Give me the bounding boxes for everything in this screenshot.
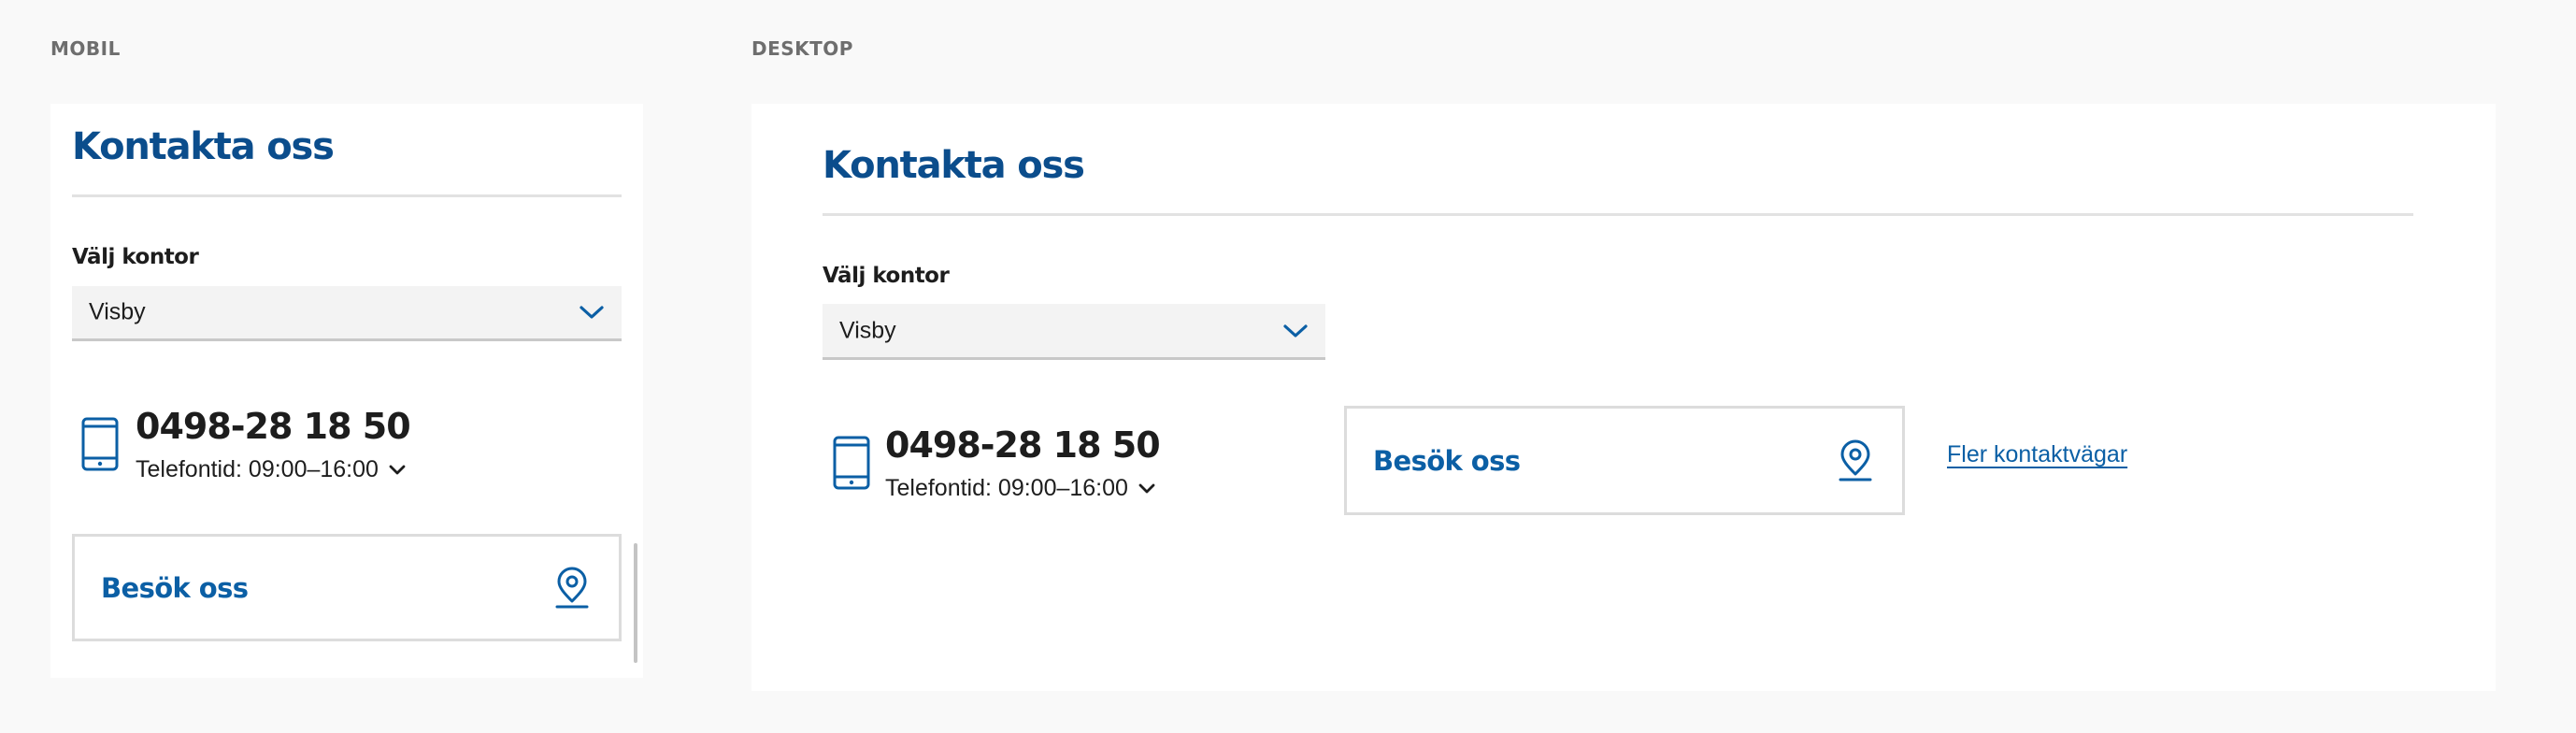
mobile-visit-label: Besök oss bbox=[101, 571, 249, 604]
mobile-card-title: Kontakta oss bbox=[72, 125, 335, 168]
mobile-phone-hours-text: Telefontid: 09:00–16:00 bbox=[136, 456, 379, 482]
mobile-title-divider bbox=[72, 194, 622, 197]
desktop-phone-hours-text: Telefontid: 09:00–16:00 bbox=[885, 475, 1128, 501]
mobile-office-value: Visby bbox=[89, 298, 146, 325]
mobile-office-select[interactable]: Visby bbox=[72, 286, 622, 341]
desktop-section-label: DESKTOP bbox=[751, 37, 853, 60]
desktop-phone-hours-toggle[interactable]: Telefontid: 09:00–16:00 bbox=[885, 475, 1156, 502]
mobile-phone-icon bbox=[81, 417, 119, 471]
desktop-visit-button[interactable]: Besök oss bbox=[1344, 406, 1905, 515]
mobile-phone-icon bbox=[833, 436, 870, 490]
chevron-down-icon bbox=[1138, 483, 1155, 494]
mobile-phone-hours-toggle[interactable]: Telefontid: 09:00–16:00 bbox=[136, 456, 407, 483]
mobile-section-label: MOBIL bbox=[50, 37, 121, 60]
desktop-office-value: Visby bbox=[839, 317, 896, 343]
mobile-visit-button[interactable]: Besök oss bbox=[72, 534, 622, 641]
chevron-down-icon bbox=[1283, 323, 1308, 338]
mobile-office-label: Välj kontor bbox=[72, 245, 199, 269]
more-contact-ways-link[interactable]: Fler kontaktvägar bbox=[1947, 441, 2127, 468]
mobile-scrollbar[interactable] bbox=[634, 543, 637, 663]
map-pin-icon bbox=[555, 567, 589, 608]
chevron-down-icon bbox=[389, 465, 406, 475]
desktop-phone-number: 0498-28 18 50 bbox=[885, 424, 1161, 466]
map-pin-icon bbox=[1839, 439, 1872, 481]
mobile-contact-card: Kontakta oss Välj kontor Visby 0498-28 1… bbox=[50, 104, 643, 678]
desktop-office-label: Välj kontor bbox=[823, 264, 950, 288]
chevron-down-icon bbox=[580, 306, 604, 319]
desktop-card-title: Kontakta oss bbox=[823, 144, 1085, 187]
desktop-title-divider bbox=[823, 213, 2413, 216]
desktop-contact-card: Kontakta oss Välj kontor Visby 0498-28 1… bbox=[751, 104, 2496, 691]
desktop-office-select[interactable]: Visby bbox=[823, 304, 1325, 360]
desktop-visit-label: Besök oss bbox=[1373, 444, 1521, 477]
mobile-phone-number: 0498-28 18 50 bbox=[136, 406, 411, 447]
